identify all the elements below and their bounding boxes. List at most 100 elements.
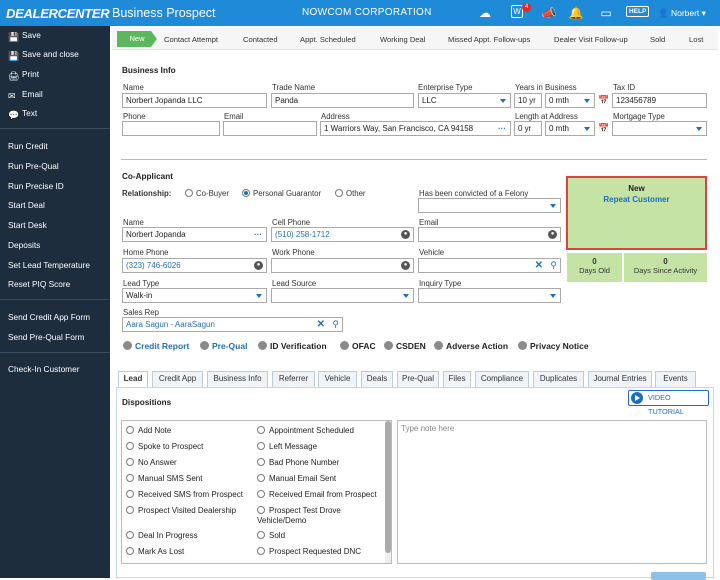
chat-icon[interactable]: ☁: [477, 5, 493, 21]
radio-button[interactable]: [126, 458, 134, 466]
radio-button[interactable]: [335, 189, 343, 197]
sidebar-run-prequal[interactable]: Run Pre-Qual: [8, 161, 59, 171]
help-button[interactable]: HELP: [626, 6, 650, 17]
home-phone-field[interactable]: (323) 746-6026 ●: [122, 258, 267, 273]
radio-button[interactable]: [126, 426, 134, 434]
tab-duplicates[interactable]: Duplicates: [533, 371, 584, 387]
sidebar-start-deal[interactable]: Start Deal: [8, 200, 45, 210]
address-field[interactable]: 1 Warriors Way, San Francisco, CA 94158 ·…: [320, 121, 511, 136]
disposition-option[interactable]: Manual SMS Sent: [126, 474, 202, 484]
sidebar-save-close[interactable]: 💾 Save and close: [8, 49, 79, 61]
scrollbar-thumb[interactable]: [385, 421, 391, 553]
user-menu[interactable]: 👤 Norbert ▾: [658, 8, 706, 19]
radio-button[interactable]: [257, 458, 265, 466]
co-email-field[interactable]: ●: [418, 227, 561, 242]
radio-button[interactable]: [185, 189, 193, 197]
clear-icon[interactable]: ✕: [317, 318, 325, 331]
search-icon[interactable]: ⚲: [550, 259, 557, 272]
tab-credit-app[interactable]: Credit App: [152, 371, 203, 387]
video-tutorial-button[interactable]: VIDEO TUTORIAL: [628, 390, 709, 416]
calendar-icon[interactable]: 📅: [598, 95, 609, 106]
radio-button[interactable]: [257, 490, 265, 498]
radio-button[interactable]: [126, 474, 134, 482]
step-dealer-visit[interactable]: Dealer Visit Follow-up: [554, 35, 628, 44]
radio-button[interactable]: [257, 547, 265, 555]
step-lost[interactable]: Lost: [689, 35, 703, 44]
step-sold[interactable]: Sold: [650, 35, 665, 44]
radio-other[interactable]: Other: [335, 189, 366, 198]
globe-icon[interactable]: ●: [401, 230, 410, 239]
disposition-option[interactable]: Manual Email Sent: [257, 474, 336, 484]
tab-journal-entries[interactable]: Journal Entries: [588, 371, 652, 387]
tab-pre-qual[interactable]: Pre-Qual: [397, 371, 439, 387]
radio-button[interactable]: [257, 506, 265, 514]
business-phone-field[interactable]: [122, 121, 220, 136]
radio-button[interactable]: [126, 506, 134, 514]
disposition-option[interactable]: Received SMS from Prospect: [126, 490, 243, 500]
enterprise-type-select[interactable]: LLC: [418, 93, 511, 108]
tab-events[interactable]: Events: [655, 371, 696, 387]
radio-button[interactable]: [126, 531, 134, 539]
globe-icon[interactable]: ●: [401, 261, 410, 270]
disposition-option[interactable]: Prospect Visited Dealership: [126, 506, 236, 516]
check-ofac[interactable]: OFAC: [340, 341, 376, 351]
tab-lead[interactable]: Lead: [118, 371, 148, 387]
disposition-option[interactable]: Appointment Scheduled: [257, 426, 354, 436]
disposition-option[interactable]: Deal In Progress: [126, 531, 198, 541]
sidebar-send-prequal-form[interactable]: Send Pre-Qual Form: [8, 332, 85, 342]
step-missed-appt[interactable]: Missed Appt. Follow-ups: [448, 35, 530, 44]
length-at-address-years[interactable]: 0 yr: [514, 121, 542, 136]
sidebar-print[interactable]: 🖨 Print: [8, 69, 39, 81]
vehicle-field[interactable]: ✕ ⚲: [418, 258, 561, 273]
radio-co-buyer[interactable]: Co-Buyer: [185, 189, 229, 198]
radio-button[interactable]: [257, 531, 265, 539]
disposition-option[interactable]: Prospect Test Drove Vehicle/Demo: [257, 506, 367, 526]
disposition-option[interactable]: Prospect Requested DNC: [257, 547, 361, 557]
sidebar-checkin[interactable]: Check-In Customer: [8, 364, 79, 374]
dispositions-scrollbar[interactable]: [385, 421, 391, 563]
disposition-option[interactable]: Mark As Lost: [126, 547, 184, 557]
check-id-verification[interactable]: ID Verification: [258, 341, 327, 351]
business-name-field[interactable]: Norbert Jopanda LLC: [122, 93, 267, 108]
note-textarea[interactable]: Type note here: [397, 420, 707, 564]
check-pre-qual[interactable]: Pre-Qual: [200, 341, 247, 351]
sidebar-reset-piq[interactable]: Reset PIQ Score: [8, 279, 70, 289]
sidebar-send-credit-form[interactable]: Send Credit App Form: [8, 312, 90, 322]
sidebar-lead-temperature[interactable]: Set Lead Temperature: [8, 260, 90, 270]
add-note-button[interactable]: [651, 572, 706, 580]
brand-logo[interactable]: DEALERCENTER: [6, 6, 110, 21]
radio-button[interactable]: [126, 547, 134, 555]
more-icon[interactable]: ···: [498, 122, 506, 135]
radio-button[interactable]: [257, 426, 265, 434]
check-credit-report[interactable]: Credit Report: [123, 341, 189, 351]
calendar-icon[interactable]: 📅: [598, 123, 609, 134]
cell-phone-field[interactable]: (510) 258-1712 ●: [271, 227, 414, 242]
disposition-option[interactable]: Left Message: [257, 442, 317, 452]
step-contact-attempt[interactable]: Contact Attempt: [164, 35, 218, 44]
sidebar-text[interactable]: 💬 Text: [8, 108, 37, 120]
search-icon[interactable]: ⚲: [332, 318, 339, 331]
tab-referrer[interactable]: Referrer: [272, 371, 315, 387]
repeat-customer-link[interactable]: Repeat Customer: [568, 195, 705, 204]
globe-icon[interactable]: ●: [254, 261, 263, 270]
tab-deals[interactable]: Deals: [361, 371, 393, 387]
length-at-address-months[interactable]: 0 mth: [545, 121, 595, 136]
sidebar-email[interactable]: ✉ Email: [8, 89, 43, 101]
email-action-icon[interactable]: ●: [548, 230, 557, 239]
lead-source-select[interactable]: [271, 288, 414, 303]
years-in-business-months[interactable]: 0 mth: [545, 93, 595, 108]
inbox-icon[interactable]: ▭: [598, 5, 614, 21]
radio-button-selected[interactable]: [242, 189, 250, 197]
sidebar-run-precise-id[interactable]: Run Precise ID: [8, 181, 64, 191]
tab-files[interactable]: Files: [443, 371, 471, 387]
disposition-option[interactable]: Add Note: [126, 426, 171, 436]
sidebar-run-credit[interactable]: Run Credit: [8, 141, 48, 151]
felony-select[interactable]: [418, 198, 561, 213]
more-icon[interactable]: ···: [254, 228, 262, 241]
tab-compliance[interactable]: Compliance: [475, 371, 529, 387]
tax-id-field[interactable]: 123456789: [612, 93, 707, 108]
bell-icon[interactable]: 🔔: [568, 5, 584, 21]
co-name-field[interactable]: Norbert Jopanda ···: [122, 227, 267, 242]
radio-button[interactable]: [257, 474, 265, 482]
trade-name-field[interactable]: Panda: [271, 93, 414, 108]
